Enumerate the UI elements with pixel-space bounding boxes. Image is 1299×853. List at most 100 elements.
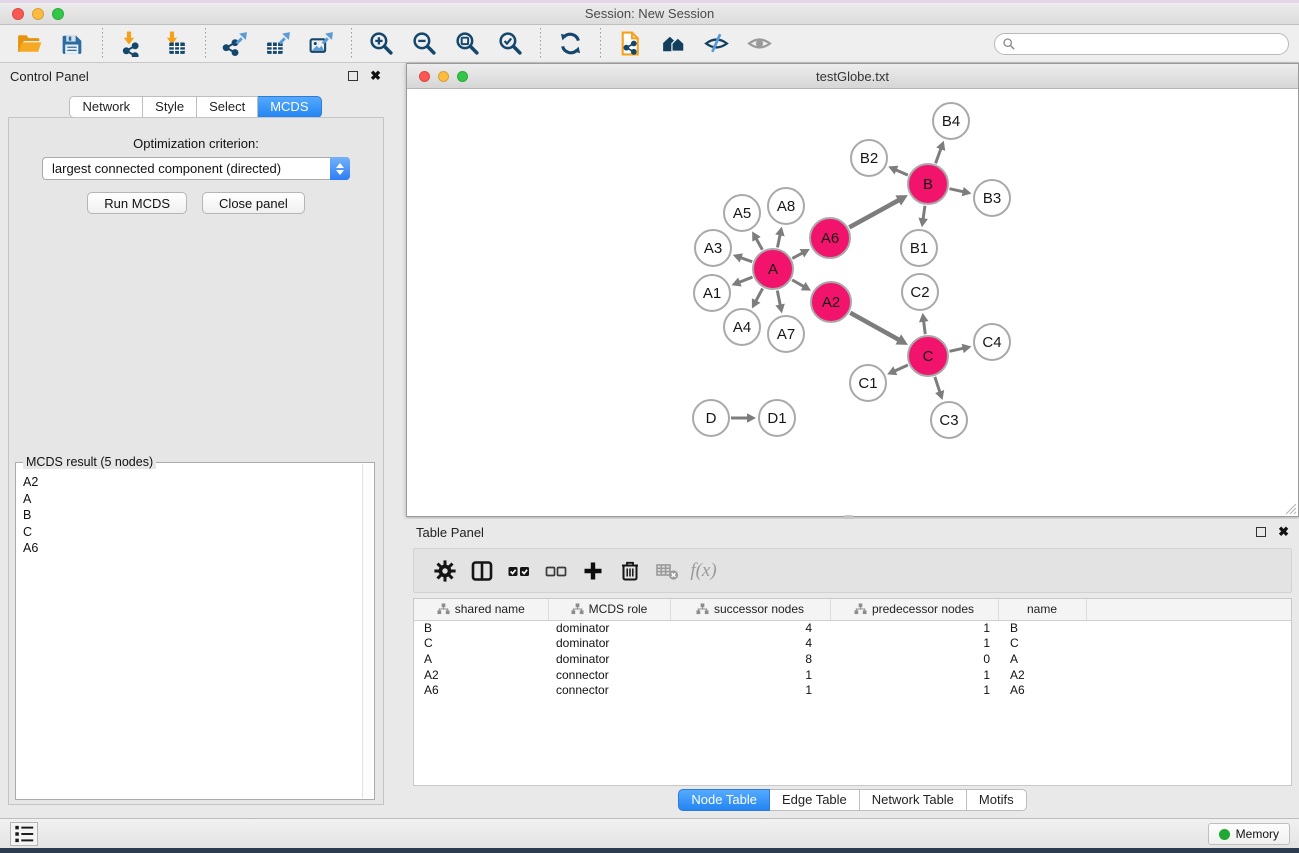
graph-node-a8[interactable]: A8 (767, 187, 805, 225)
table-cell[interactable]: A (414, 651, 548, 667)
search-box[interactable] (994, 33, 1289, 55)
column-header-successor-nodes[interactable]: successor nodes (670, 599, 830, 620)
table-cell[interactable]: dominator (548, 651, 670, 667)
table-cell[interactable]: 1 (830, 620, 998, 636)
zoom-out-icon[interactable] (410, 29, 440, 59)
maximize-window-icon[interactable] (52, 8, 64, 20)
table-cell[interactable]: C (998, 636, 1086, 652)
table-cell[interactable]: B (998, 620, 1086, 636)
graph-node-a5[interactable]: A5 (723, 194, 761, 232)
column-header-name[interactable]: name (998, 599, 1086, 620)
import-network-icon[interactable] (118, 29, 148, 59)
graph-node-a3[interactable]: A3 (694, 229, 732, 267)
table-row[interactable]: A6connector11A6 (414, 682, 1291, 698)
resize-grip-icon[interactable] (1283, 501, 1297, 515)
network-home-icon[interactable] (659, 29, 689, 59)
tab-node-table[interactable]: Node Table (678, 789, 770, 811)
mcds-result-item[interactable]: C (23, 524, 362, 541)
delete-columns-icon[interactable] (617, 558, 643, 584)
table-cell[interactable]: A6 (414, 682, 548, 698)
table-cell[interactable]: connector (548, 667, 670, 683)
mcds-result-item[interactable]: A6 (23, 540, 362, 557)
table-cell[interactable]: 0 (830, 651, 998, 667)
table-cell[interactable]: 4 (670, 620, 830, 636)
table-cell[interactable]: 1 (830, 667, 998, 683)
export-image-icon[interactable] (307, 29, 337, 59)
tab-network[interactable]: Network (69, 96, 143, 118)
memory-button[interactable]: Memory (1208, 823, 1290, 845)
tab-mcds[interactable]: MCDS (258, 96, 321, 118)
vizmapper-icon[interactable] (702, 29, 732, 59)
close-window-icon[interactable] (12, 8, 24, 20)
table-cell[interactable]: connector (548, 682, 670, 698)
select-all-icon[interactable] (506, 558, 532, 584)
search-input[interactable] (1016, 35, 1288, 53)
mcds-result-list[interactable]: A2ABCA6 (17, 464, 362, 798)
graph-node-a6[interactable]: A6 (809, 217, 851, 259)
minimize-window-icon[interactable] (32, 8, 44, 20)
graph-node-d1[interactable]: D1 (758, 399, 796, 437)
mcds-result-item[interactable]: A (23, 491, 362, 508)
table-cell[interactable]: 1 (830, 636, 998, 652)
result-scrollbar[interactable] (362, 464, 373, 798)
table-cell[interactable]: C (414, 636, 548, 652)
zoom-fit-icon[interactable] (453, 29, 483, 59)
graph-node-c2[interactable]: C2 (901, 273, 939, 311)
graph-node-a[interactable]: A (752, 248, 794, 290)
close-panel-icon[interactable]: ✖ (370, 71, 381, 81)
graph-node-b4[interactable]: B4 (932, 102, 970, 140)
graph-node-a4[interactable]: A4 (723, 308, 761, 346)
create-column-icon[interactable] (580, 558, 606, 584)
graph-node-c1[interactable]: C1 (849, 364, 887, 402)
table-cell[interactable]: dominator (548, 620, 670, 636)
graph-node-a1[interactable]: A1 (693, 274, 731, 312)
graph-node-b1[interactable]: B1 (900, 229, 938, 267)
show-columns-icon[interactable] (469, 558, 495, 584)
table-cell[interactable]: dominator (548, 636, 670, 652)
table-cell[interactable]: A6 (998, 682, 1086, 698)
run-mcds-button[interactable]: Run MCDS (87, 192, 187, 214)
graph-node-c4[interactable]: C4 (973, 323, 1011, 361)
column-header-shared-name[interactable]: shared name (414, 599, 548, 620)
close-panel-button[interactable]: Close panel (202, 192, 305, 214)
table-cell[interactable]: A (998, 651, 1086, 667)
apply-layout-icon[interactable] (556, 29, 586, 59)
graph-node-c[interactable]: C (907, 335, 949, 377)
table-row[interactable]: Cdominator41C (414, 636, 1291, 652)
import-table-icon[interactable] (161, 29, 191, 59)
zoom-in-icon[interactable] (367, 29, 397, 59)
table-row[interactable]: A2connector11A2 (414, 667, 1291, 683)
graph-node-c3[interactable]: C3 (930, 401, 968, 439)
graph-node-b3[interactable]: B3 (973, 179, 1011, 217)
graph-node-a7[interactable]: A7 (767, 315, 805, 353)
open-file-icon[interactable] (15, 29, 45, 59)
zoom-selected-icon[interactable] (496, 29, 526, 59)
table-cell[interactable]: A2 (414, 667, 548, 683)
tab-style[interactable]: Style (143, 96, 197, 118)
minimize-network-icon[interactable] (438, 71, 449, 82)
tab-network-table[interactable]: Network Table (860, 789, 967, 811)
tab-edge-table[interactable]: Edge Table (770, 789, 860, 811)
save-session-icon[interactable] (58, 29, 88, 59)
graph-node-d[interactable]: D (692, 399, 730, 437)
table-cell[interactable]: 1 (830, 682, 998, 698)
table-row[interactable]: Bdominator41B (414, 620, 1291, 636)
column-header-predecessor-nodes[interactable]: predecessor nodes (830, 599, 998, 620)
table-cell[interactable]: 1 (670, 667, 830, 683)
float-table-panel-icon[interactable] (1256, 527, 1266, 537)
graph-node-b2[interactable]: B2 (850, 139, 888, 177)
network-canvas[interactable]: B4B2BB3A8A5A6B1A3AA1C2A2A4A7C4CC1DD1C3 (407, 89, 1298, 516)
tab-motifs[interactable]: Motifs (967, 789, 1027, 811)
tab-select[interactable]: Select (197, 96, 258, 118)
graph-node-b[interactable]: B (907, 163, 949, 205)
criterion-select[interactable]: largest connected component (directed) (42, 157, 350, 180)
table-cell[interactable]: 1 (670, 682, 830, 698)
close-network-icon[interactable] (419, 71, 430, 82)
column-header-MCDS-role[interactable]: MCDS role (548, 599, 670, 620)
duplicate-network-icon[interactable] (616, 29, 646, 59)
mcds-result-item[interactable]: B (23, 507, 362, 524)
close-table-panel-icon[interactable]: ✖ (1278, 527, 1289, 537)
table-cell[interactable]: B (414, 620, 548, 636)
table-cell[interactable]: 8 (670, 651, 830, 667)
export-network-icon[interactable] (221, 29, 251, 59)
